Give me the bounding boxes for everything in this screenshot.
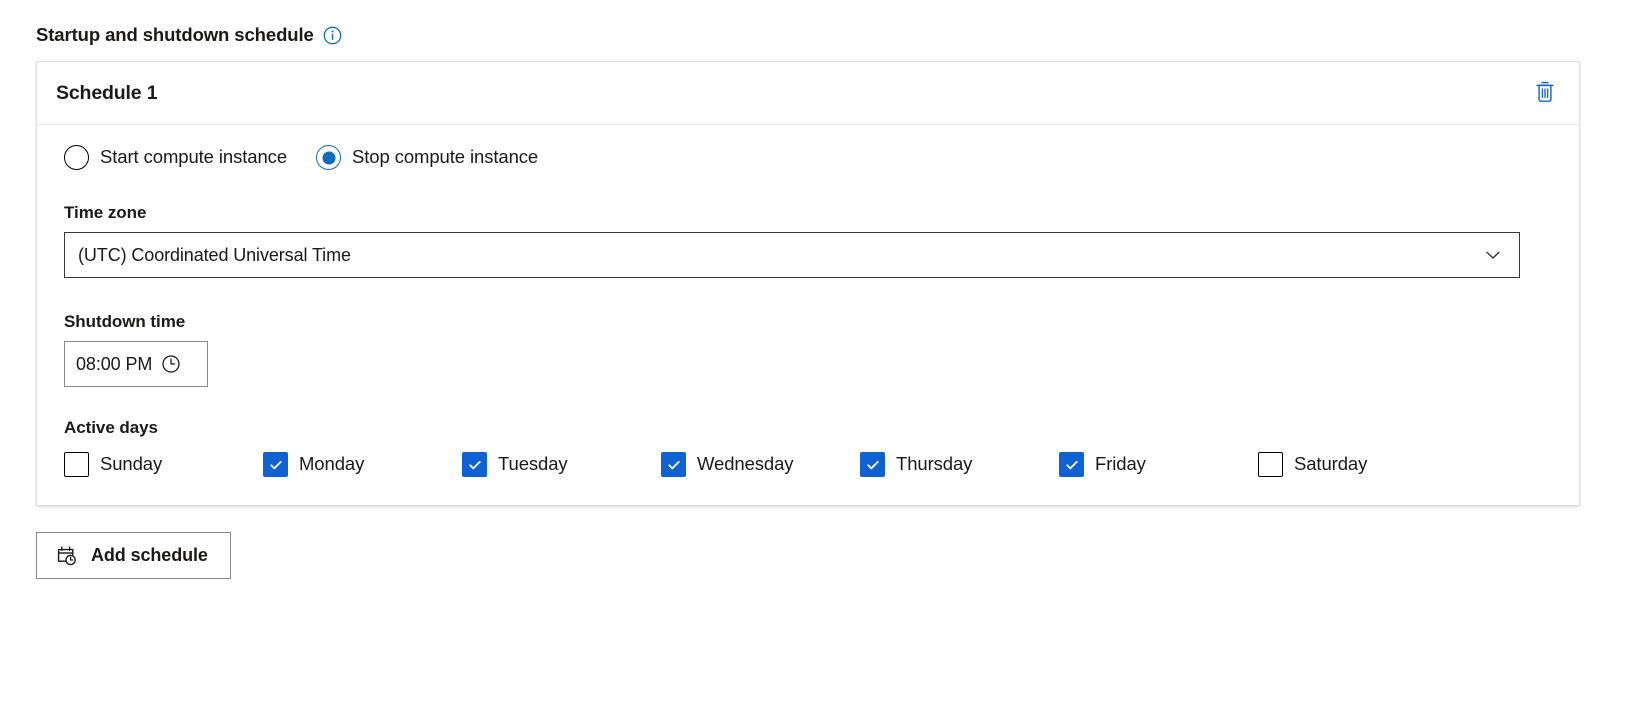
day-checkbox-saturday[interactable]: Saturday [1258, 452, 1457, 477]
checkbox-tuesday [462, 452, 487, 477]
delete-schedule-button[interactable] [1528, 76, 1562, 110]
trash-icon [1534, 80, 1556, 107]
active-days-label: Active days [64, 418, 158, 437]
day-label-thursday: Thursday [896, 453, 973, 475]
checkbox-friday [1059, 452, 1084, 477]
day-checkbox-friday[interactable]: Friday [1059, 452, 1258, 477]
shutdown-time-input[interactable]: 08:00 PM [64, 341, 208, 387]
radio-mark-start [64, 145, 89, 170]
day-label-tuesday: Tuesday [498, 453, 568, 475]
day-label-saturday: Saturday [1294, 453, 1368, 475]
clock-icon[interactable] [161, 354, 181, 374]
startup-shutdown-schedule-panel: Startup and shutdown schedule Schedule 1 [0, 0, 1650, 704]
day-label-sunday: Sunday [100, 453, 163, 475]
checkbox-monday [263, 452, 288, 477]
schedule-title: Schedule 1 [56, 81, 158, 104]
time-zone-label: Time zone [64, 203, 147, 222]
day-checkbox-thursday[interactable]: Thursday [860, 452, 1059, 477]
checkbox-thursday [860, 452, 885, 477]
radio-label-start: Start compute instance [100, 146, 288, 168]
calendar-clock-icon [56, 545, 78, 567]
info-circle-icon[interactable] [323, 26, 342, 45]
day-checkbox-tuesday[interactable]: Tuesday [462, 452, 661, 477]
day-label-friday: Friday [1095, 453, 1146, 475]
add-schedule-button[interactable]: Add schedule [36, 532, 231, 579]
schedule-card: Schedule 1 Start compute instance Stop c… [36, 61, 1580, 506]
active-days-field: Active days Sunday Monday Tuesday Wednes… [64, 418, 1560, 477]
compute-action-radio-group: Start compute instance Stop compute inst… [64, 145, 1560, 170]
shutdown-time-value: 08:00 PM [76, 353, 153, 374]
chevron-down-icon [1483, 245, 1503, 265]
day-checkbox-sunday[interactable]: Sunday [64, 452, 263, 477]
day-checkbox-wednesday[interactable]: Wednesday [661, 452, 860, 477]
add-schedule-label: Add schedule [91, 545, 208, 565]
radio-start-compute-instance[interactable]: Start compute instance [64, 145, 287, 170]
time-zone-value: (UTC) Coordinated Universal Time [78, 244, 351, 265]
section-heading: Startup and shutdown schedule [36, 22, 1650, 48]
active-days-row: Sunday Monday Tuesday Wednesday Thursday… [64, 452, 1560, 477]
day-checkbox-monday[interactable]: Monday [263, 452, 462, 477]
shutdown-time-field: Shutdown time 08:00 PM [64, 312, 1560, 387]
radio-label-stop: Stop compute instance [352, 146, 539, 168]
day-label-wednesday: Wednesday [697, 453, 794, 475]
radio-mark-stop [316, 145, 342, 170]
day-label-monday: Monday [299, 453, 365, 475]
time-zone-select[interactable]: (UTC) Coordinated Universal Time [64, 232, 1520, 278]
checkbox-saturday [1258, 452, 1283, 477]
checkbox-sunday [64, 452, 89, 477]
checkbox-wednesday [661, 452, 686, 477]
schedule-card-body: Start compute instance Stop compute inst… [37, 125, 1579, 505]
radio-stop-compute-instance[interactable]: Stop compute instance [316, 145, 538, 170]
time-zone-field: Time zone (UTC) Coordinated Universal Ti… [64, 203, 1560, 278]
schedule-card-header: Schedule 1 [37, 62, 1579, 125]
page-title: Startup and shutdown schedule [36, 23, 314, 45]
shutdown-time-label: Shutdown time [64, 312, 186, 331]
